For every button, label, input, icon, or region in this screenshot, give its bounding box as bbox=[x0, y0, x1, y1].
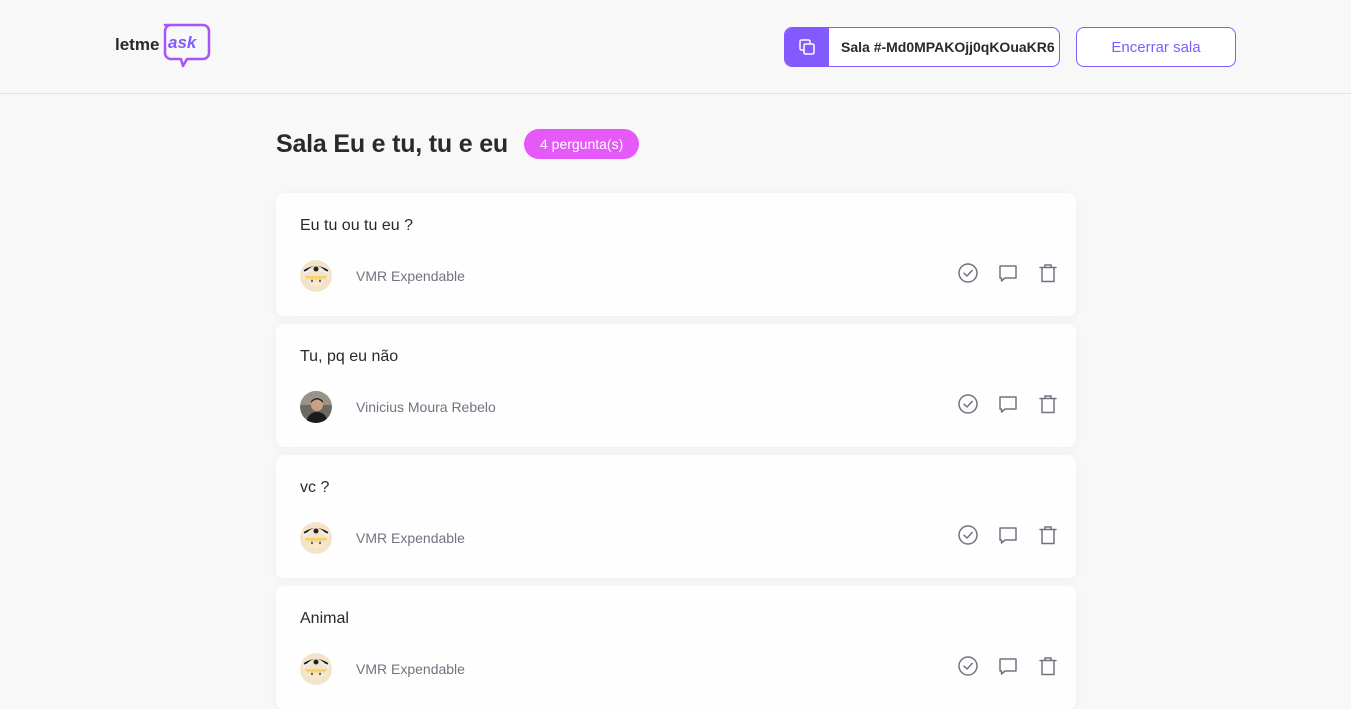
avatar bbox=[300, 260, 332, 292]
check-circle-icon[interactable] bbox=[956, 261, 980, 285]
question-count-badge: 4 pergunta(s) bbox=[523, 129, 640, 159]
question-actions bbox=[956, 392, 1060, 416]
question-author: VMR Expendable bbox=[300, 653, 465, 685]
question-author: VMR Expendable bbox=[300, 260, 465, 292]
logo-text-letme: letme bbox=[115, 35, 159, 54]
check-circle-icon[interactable] bbox=[956, 523, 980, 547]
check-circle-icon[interactable] bbox=[956, 654, 980, 678]
room-title-row: Sala Eu e tu, tu e eu 4 pergunta(s) bbox=[276, 126, 640, 162]
question-content: vc ? bbox=[300, 479, 330, 496]
top-bar: letme ask Sala #-Md0MPAKOjj0qKOuaKR6 Enc… bbox=[0, 0, 1351, 94]
author-name: VMR Expendable bbox=[356, 530, 465, 546]
avatar bbox=[300, 391, 332, 423]
question-actions bbox=[956, 523, 1060, 547]
answer-balloon-icon[interactable] bbox=[996, 261, 1020, 285]
question-content: Eu tu ou tu eu ? bbox=[300, 217, 413, 234]
question-actions bbox=[956, 654, 1060, 678]
question-content: Animal bbox=[300, 610, 349, 627]
letmeask-logo[interactable]: letme ask bbox=[115, 22, 211, 70]
delete-trash-icon[interactable] bbox=[1036, 523, 1060, 547]
room-code-text: Sala #-Md0MPAKOjj0qKOuaKR6 bbox=[841, 39, 1055, 55]
question-card: Eu tu ou tu eu ? VMR Expendable bbox=[276, 193, 1076, 316]
logo-text-ask: ask bbox=[168, 33, 198, 52]
question-card: Tu, pq eu não Vinicius Moura Rebelo bbox=[276, 324, 1076, 447]
question-author: VMR Expendable bbox=[300, 522, 465, 554]
question-card: Animal VMR Expendable bbox=[276, 586, 1076, 709]
avatar bbox=[300, 653, 332, 685]
author-name: Vinicius Moura Rebelo bbox=[356, 399, 496, 415]
close-room-button[interactable]: Encerrar sala bbox=[1076, 27, 1236, 67]
page-title: Sala Eu e tu, tu e eu bbox=[276, 129, 508, 158]
question-actions bbox=[956, 261, 1060, 285]
check-circle-icon[interactable] bbox=[956, 392, 980, 416]
question-content: Tu, pq eu não bbox=[300, 348, 399, 365]
answer-balloon-icon[interactable] bbox=[996, 392, 1020, 416]
question-card: vc ? VMR Expendable bbox=[276, 455, 1076, 578]
delete-trash-icon[interactable] bbox=[1036, 392, 1060, 416]
answer-balloon-icon[interactable] bbox=[996, 523, 1020, 547]
author-name: VMR Expendable bbox=[356, 661, 465, 677]
copy-icon[interactable] bbox=[785, 28, 829, 66]
room-code-button[interactable]: Sala #-Md0MPAKOjj0qKOuaKR6 bbox=[784, 27, 1060, 67]
delete-trash-icon[interactable] bbox=[1036, 261, 1060, 285]
question-author: Vinicius Moura Rebelo bbox=[300, 391, 496, 423]
answer-balloon-icon[interactable] bbox=[996, 654, 1020, 678]
delete-trash-icon[interactable] bbox=[1036, 654, 1060, 678]
author-name: VMR Expendable bbox=[356, 268, 465, 284]
avatar bbox=[300, 522, 332, 554]
